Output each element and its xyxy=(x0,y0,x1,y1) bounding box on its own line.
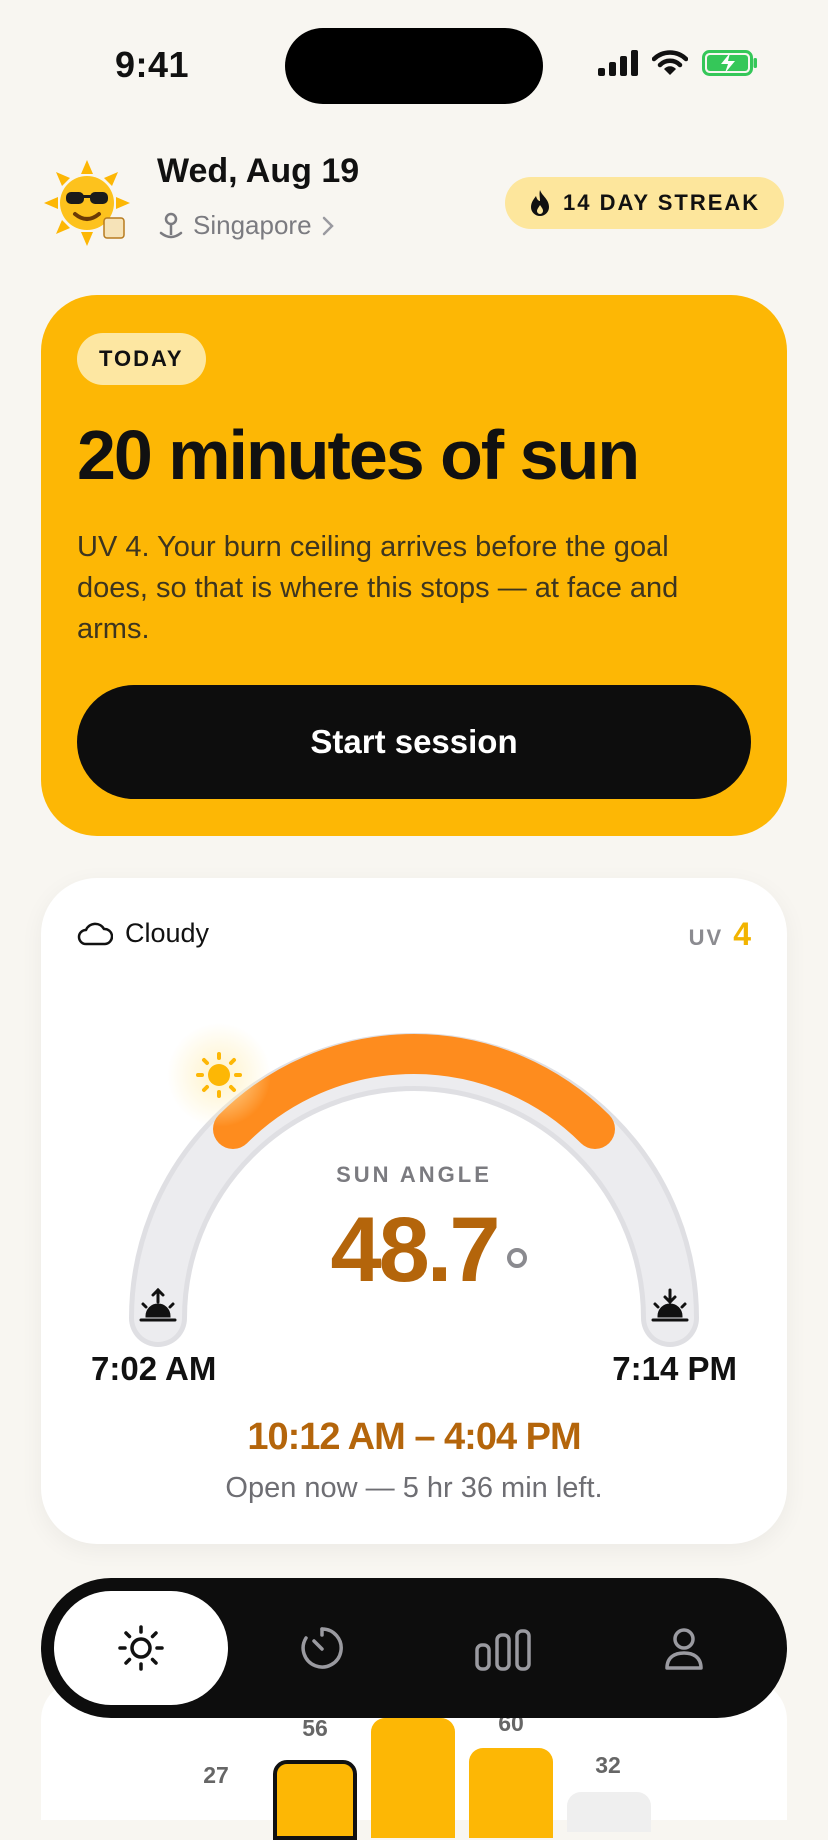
chart-bar xyxy=(273,1760,357,1840)
location-selector[interactable]: Singapore xyxy=(157,210,336,241)
tab-bar xyxy=(41,1578,787,1718)
today-description: UV 4. Your burn ceiling arrives before t… xyxy=(77,531,679,645)
safe-window-time: 10:12 AM – 4:04 PM xyxy=(247,1416,581,1458)
chart-value-label: 56 xyxy=(302,1715,328,1741)
tab-stats[interactable] xyxy=(416,1591,590,1705)
today-title: 20 minutes of sun xyxy=(77,416,640,494)
sun-angle-label: SUN ANGLE xyxy=(336,1162,492,1187)
signal-icon xyxy=(598,50,638,76)
chart-bar xyxy=(567,1792,651,1832)
date-label: Wed, Aug 19 xyxy=(157,152,360,190)
tab-profile[interactable] xyxy=(597,1591,771,1705)
chart-bar xyxy=(371,1718,455,1838)
sunrise-time: 7:02 AM xyxy=(91,1350,217,1387)
sun-icon xyxy=(118,1625,164,1671)
tab-timer[interactable] xyxy=(235,1591,409,1705)
location-name: Singapore xyxy=(193,210,312,240)
sun-mascot-icon xyxy=(44,160,130,246)
timer-icon xyxy=(301,1627,343,1669)
location-pin-icon xyxy=(159,212,183,238)
chart-value-label: 27 xyxy=(203,1762,229,1788)
wifi-icon xyxy=(652,50,688,75)
start-session-button[interactable]: Start session xyxy=(77,685,751,799)
status-time: 9:41 xyxy=(115,44,190,85)
flame-icon xyxy=(531,190,549,216)
streak-badge[interactable]: 14 DAY STREAK xyxy=(505,177,785,229)
chevron-right-icon xyxy=(322,216,334,235)
status-icons xyxy=(598,50,758,76)
safe-window-remaining: Open now — 5 hr 36 min left. xyxy=(225,1472,603,1504)
chart-bar xyxy=(469,1748,553,1838)
stats-icon xyxy=(475,1629,531,1671)
dynamic-island xyxy=(285,28,543,104)
tab-today[interactable] xyxy=(54,1591,228,1705)
battery-icon xyxy=(702,50,757,76)
profile-icon xyxy=(665,1628,703,1670)
sun-angle-value: 48.7 xyxy=(330,1199,500,1301)
streak-label: 14 DAY STREAK xyxy=(563,190,761,215)
today-card: TODAY 20 minutes of sun UV 4. Your burn … xyxy=(41,295,787,836)
today-pill: TODAY xyxy=(77,333,206,385)
sunset-time: 7:14 PM xyxy=(612,1350,737,1387)
sun-card: Cloudy UV 4 SUN ANGLE 48.7 7:02 AM 7:14 … xyxy=(41,878,787,1544)
chart-value-label: 32 xyxy=(595,1752,621,1778)
